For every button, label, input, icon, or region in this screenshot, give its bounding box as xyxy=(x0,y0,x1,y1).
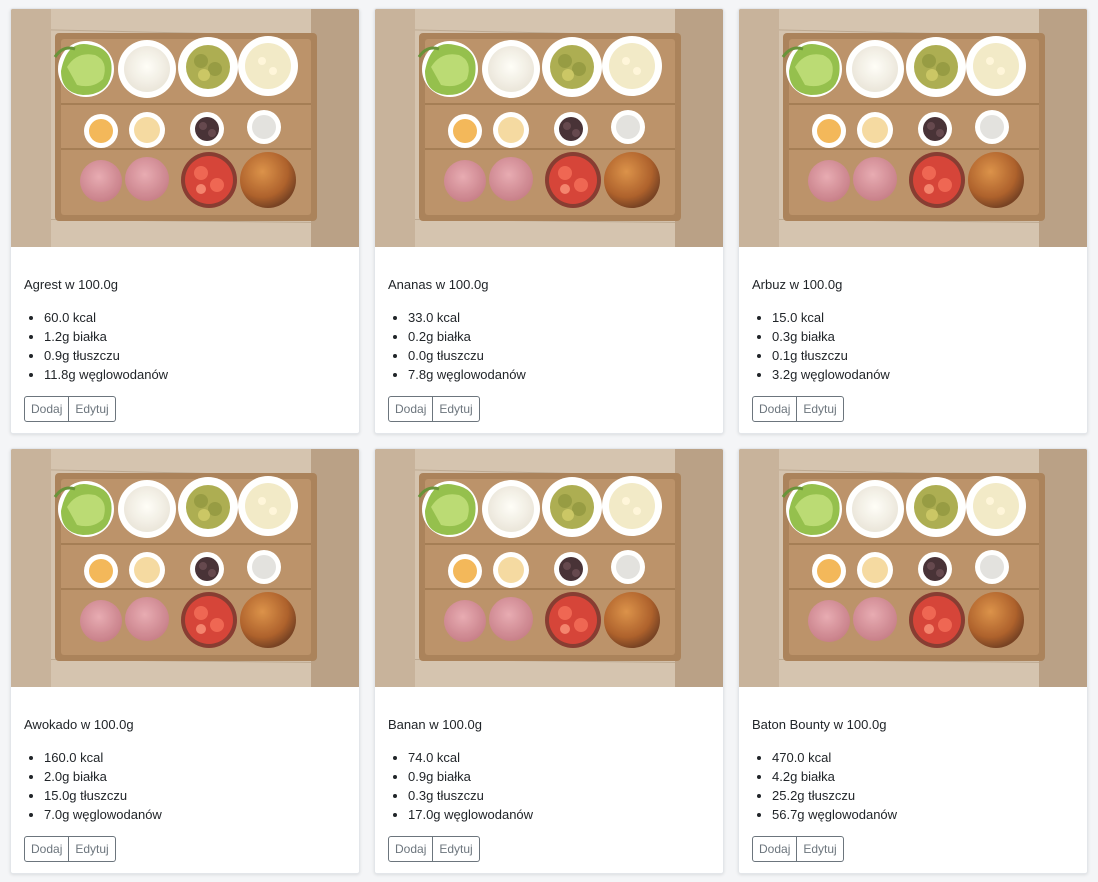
kcal-item: 33.0 kcal xyxy=(408,308,710,327)
carbs-item: 7.0g węglowodanów xyxy=(44,805,346,824)
edit-button[interactable]: Edytuj xyxy=(433,396,480,422)
add-button[interactable]: Dodaj xyxy=(24,836,70,862)
product-card: Agrest w 100.0g 60.0 kcal 1.2g białka 0.… xyxy=(10,8,360,434)
protein-item: 4.2g białka xyxy=(772,767,1074,786)
edit-button[interactable]: Edytuj xyxy=(797,836,844,862)
card-actions: Dodaj Edytuj xyxy=(388,836,480,862)
protein-item: 0.3g białka xyxy=(772,327,1074,346)
product-card: Baton Bounty w 100.0g 470.0 kcal 4.2g bi… xyxy=(738,448,1088,874)
nutrition-list: 74.0 kcal 0.9g białka 0.3g tłuszczu 17.0… xyxy=(388,748,710,824)
product-card: Awokado w 100.0g 160.0 kcal 2.0g białka … xyxy=(10,448,360,874)
kcal-item: 74.0 kcal xyxy=(408,748,710,767)
card-actions: Dodaj Edytuj xyxy=(752,836,844,862)
fat-item: 25.2g tłuszczu xyxy=(772,786,1074,805)
card-actions: Dodaj Edytuj xyxy=(752,396,844,422)
protein-item: 2.0g białka xyxy=(44,767,346,786)
card-actions: Dodaj Edytuj xyxy=(24,396,116,422)
add-button[interactable]: Dodaj xyxy=(752,396,798,422)
product-image xyxy=(739,9,1088,247)
nutrition-list: 60.0 kcal 1.2g białka 0.9g tłuszczu 11.8… xyxy=(24,308,346,384)
nutrition-list: 15.0 kcal 0.3g białka 0.1g tłuszczu 3.2g… xyxy=(752,308,1074,384)
carbs-item: 11.8g węglowodanów xyxy=(44,365,346,384)
edit-button[interactable]: Edytuj xyxy=(69,396,116,422)
product-title: Agrest w 100.0g xyxy=(24,277,118,292)
product-grid: Agrest w 100.0g 60.0 kcal 1.2g białka 0.… xyxy=(0,0,1098,874)
product-card: Ananas w 100.0g 33.0 kcal 0.2g białka 0.… xyxy=(374,8,724,434)
protein-item: 1.2g białka xyxy=(44,327,346,346)
protein-item: 0.9g białka xyxy=(408,767,710,786)
nutrition-list: 33.0 kcal 0.2g białka 0.0g tłuszczu 7.8g… xyxy=(388,308,710,384)
carbs-item: 7.8g węglowodanów xyxy=(408,365,710,384)
add-button[interactable]: Dodaj xyxy=(752,836,798,862)
add-button[interactable]: Dodaj xyxy=(388,836,434,862)
product-title: Awokado w 100.0g xyxy=(24,717,134,732)
kcal-item: 15.0 kcal xyxy=(772,308,1074,327)
edit-button[interactable]: Edytuj xyxy=(797,396,844,422)
product-card: Banan w 100.0g 74.0 kcal 0.9g białka 0.3… xyxy=(374,448,724,874)
kcal-item: 60.0 kcal xyxy=(44,308,346,327)
carbs-item: 56.7g węglowodanów xyxy=(772,805,1074,824)
nutrition-list: 470.0 kcal 4.2g białka 25.2g tłuszczu 56… xyxy=(752,748,1074,824)
kcal-item: 160.0 kcal xyxy=(44,748,346,767)
carbs-item: 17.0g węglowodanów xyxy=(408,805,710,824)
product-image xyxy=(375,449,724,687)
card-actions: Dodaj Edytuj xyxy=(388,396,480,422)
product-image xyxy=(11,9,360,247)
edit-button[interactable]: Edytuj xyxy=(433,836,480,862)
protein-item: 0.2g białka xyxy=(408,327,710,346)
product-card: Arbuz w 100.0g 15.0 kcal 0.3g białka 0.1… xyxy=(738,8,1088,434)
edit-button[interactable]: Edytuj xyxy=(69,836,116,862)
nutrition-list: 160.0 kcal 2.0g białka 15.0g tłuszczu 7.… xyxy=(24,748,346,824)
product-title: Baton Bounty w 100.0g xyxy=(752,717,887,732)
fat-item: 0.1g tłuszczu xyxy=(772,346,1074,365)
fat-item: 0.9g tłuszczu xyxy=(44,346,346,365)
add-button[interactable]: Dodaj xyxy=(388,396,434,422)
fat-item: 15.0g tłuszczu xyxy=(44,786,346,805)
kcal-item: 470.0 kcal xyxy=(772,748,1074,767)
add-button[interactable]: Dodaj xyxy=(24,396,70,422)
fat-item: 0.3g tłuszczu xyxy=(408,786,710,805)
carbs-item: 3.2g węglowodanów xyxy=(772,365,1074,384)
fat-item: 0.0g tłuszczu xyxy=(408,346,710,365)
product-image xyxy=(375,9,724,247)
product-title: Banan w 100.0g xyxy=(388,717,482,732)
product-image xyxy=(739,449,1088,687)
product-image xyxy=(11,449,360,687)
product-title: Ananas w 100.0g xyxy=(388,277,489,292)
product-title: Arbuz w 100.0g xyxy=(752,277,843,292)
card-actions: Dodaj Edytuj xyxy=(24,836,116,862)
